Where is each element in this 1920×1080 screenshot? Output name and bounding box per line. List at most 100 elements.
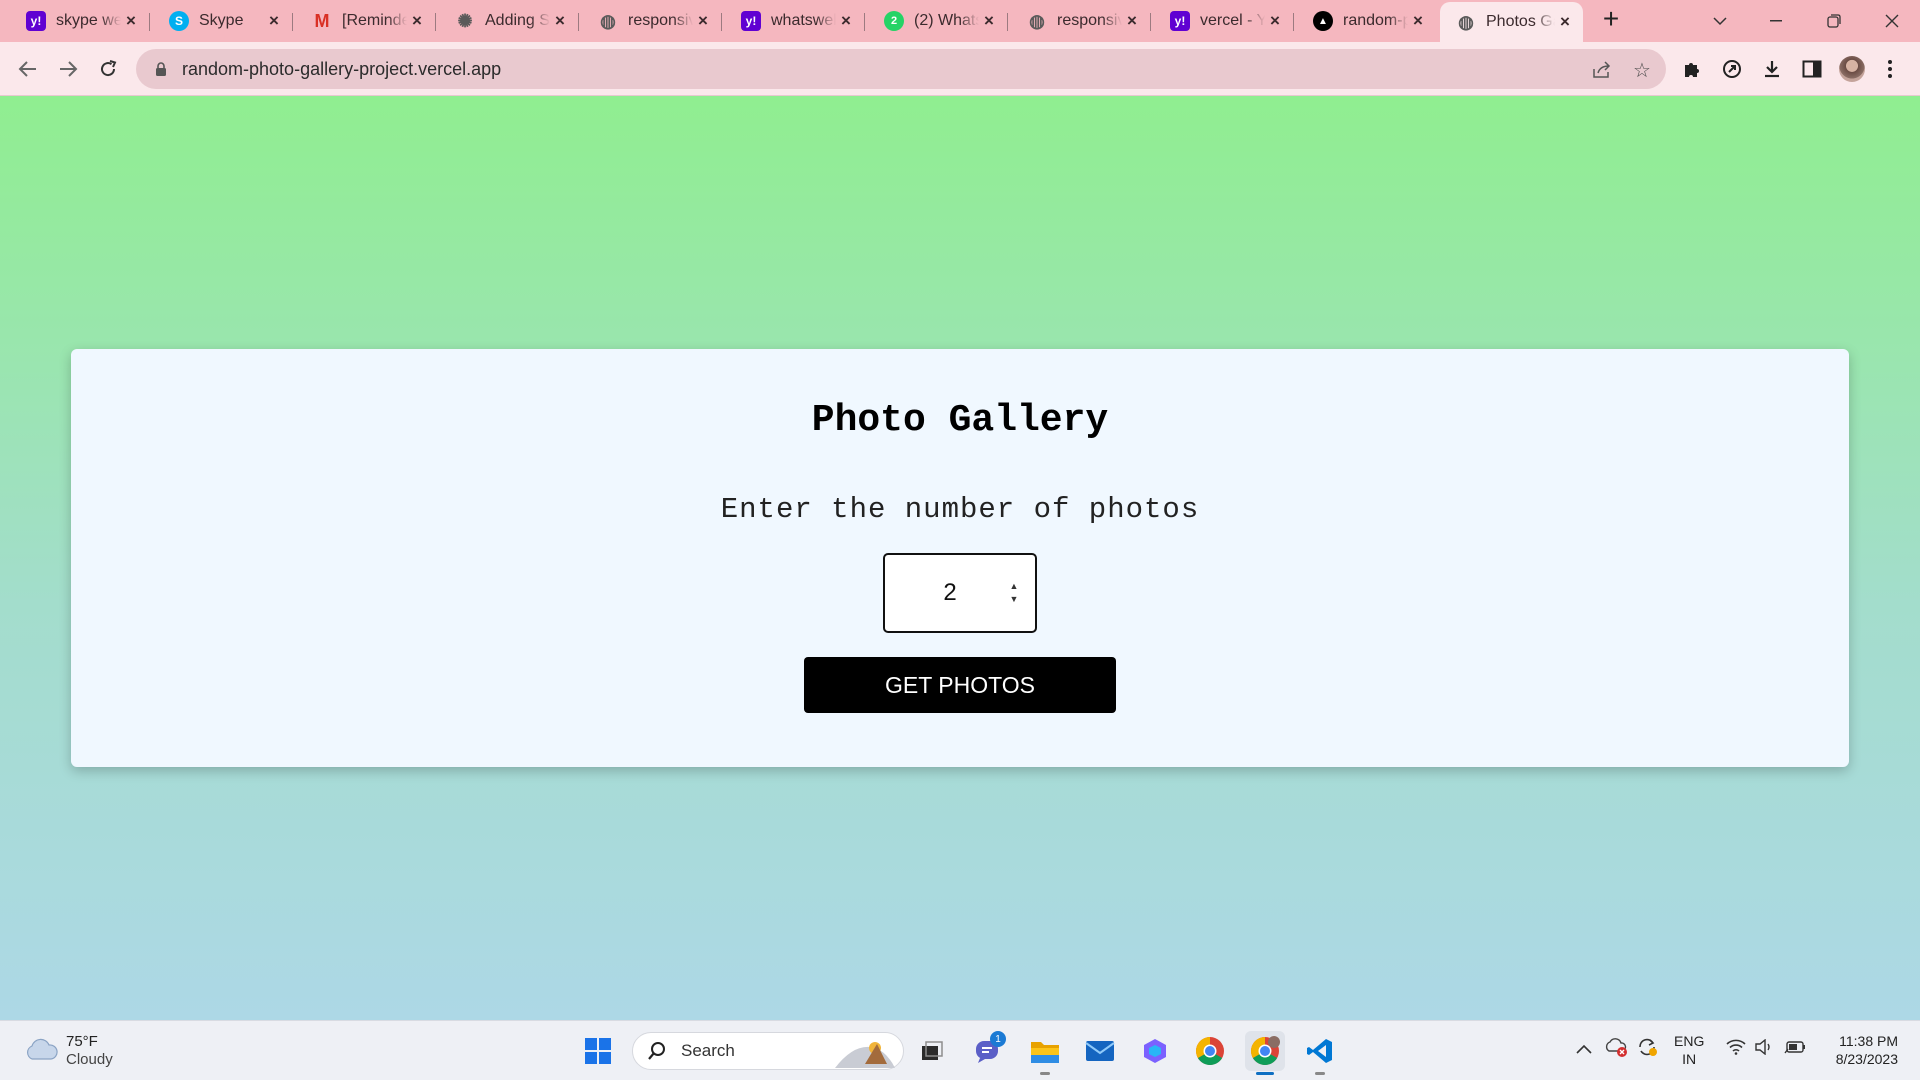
tab-title: skype web	[56, 12, 121, 29]
tab-title: responsive	[1057, 12, 1122, 29]
windows-taskbar: 75°F Cloudy Search 1 ENG IN 11:38 PM 8/2…	[0, 1020, 1920, 1080]
wifi-icon[interactable]	[1726, 1039, 1746, 1060]
weather-temp: 75°F	[66, 1033, 98, 1050]
lang-top: ENG	[1674, 1033, 1705, 1049]
more-menu-icon[interactable]	[1876, 55, 1904, 83]
spin-up-icon[interactable]: ▲	[1010, 582, 1019, 591]
cloud-icon	[24, 1037, 58, 1066]
tab-skype-web[interactable]: y! skype web ×	[10, 5, 150, 37]
photo-count-value[interactable]: 2	[885, 555, 1015, 631]
clock-time: 11:38 PM	[1839, 1033, 1898, 1049]
tab-whatsapp[interactable]: 2 (2) Whats ×	[868, 5, 1008, 37]
tab-search-chevron-icon[interactable]	[1692, 0, 1748, 42]
download-icon[interactable]	[1758, 55, 1786, 83]
spin-down-icon[interactable]: ▼	[1010, 595, 1019, 604]
tab-title: (2) Whats	[914, 12, 979, 29]
onedrive-error-icon[interactable]	[1604, 1037, 1628, 1062]
number-spinner[interactable]: ▲ ▼	[1007, 582, 1021, 604]
side-panel-icon[interactable]	[1798, 55, 1826, 83]
teams-badge: 1	[990, 1031, 1006, 1047]
file-explorer-icon[interactable]	[1025, 1031, 1065, 1075]
close-icon[interactable]: ×	[121, 11, 141, 31]
chatgpt-icon: ✺	[457, 10, 473, 31]
close-icon[interactable]: ×	[407, 11, 427, 31]
clock-date: 8/23/2023	[1835, 1051, 1898, 1067]
lang-bottom: IN	[1682, 1051, 1697, 1067]
minimize-icon[interactable]	[1748, 0, 1804, 42]
close-icon[interactable]: ×	[1122, 11, 1142, 31]
windows-start-icon[interactable]	[578, 1031, 618, 1071]
weather-widget[interactable]: 75°F Cloudy	[24, 1033, 113, 1069]
tab-photos-gallery[interactable]: ◍ Photos Ga ×	[1440, 2, 1583, 42]
copilot-icon[interactable]	[1135, 1031, 1175, 1071]
profile-avatar-icon[interactable]	[1838, 55, 1866, 83]
vercel-icon: ▲	[1313, 11, 1333, 31]
whatsapp-icon: 2	[884, 11, 904, 31]
gmail-icon: M	[314, 10, 330, 31]
photo-count-prompt: Enter the number of photos	[720, 493, 1200, 526]
globe-icon: ◍	[1029, 10, 1045, 31]
extensions-puzzle-icon[interactable]	[1678, 55, 1706, 83]
globe-icon: ◍	[600, 10, 616, 31]
extension-circle-icon[interactable]	[1718, 55, 1746, 83]
sync-icon[interactable]	[1636, 1037, 1658, 1062]
tab-title: vercel - Ya	[1200, 12, 1265, 29]
page-viewport: Photo Gallery Enter the number of photos…	[0, 96, 1920, 1020]
system-clock[interactable]: 11:38 PM 8/23/2023	[1822, 1032, 1898, 1068]
photo-count-input[interactable]: 2 ▲ ▼	[883, 553, 1037, 633]
vscode-icon[interactable]	[1300, 1031, 1340, 1075]
tab-title: whatsweb	[771, 12, 836, 29]
task-view-icon[interactable]	[912, 1031, 952, 1071]
search-label: Search	[681, 1041, 735, 1060]
get-photos-button[interactable]: GET PHOTOS	[804, 657, 1116, 713]
close-icon[interactable]: ×	[1408, 11, 1428, 31]
lock-icon[interactable]	[152, 61, 170, 77]
close-icon[interactable]: ×	[693, 11, 713, 31]
tab-title: [Reminder	[342, 12, 407, 29]
mail-icon[interactable]	[1080, 1031, 1120, 1071]
chrome-icon[interactable]	[1190, 1031, 1230, 1071]
language-indicator[interactable]: ENG IN	[1674, 1032, 1704, 1068]
tab-responsive-2[interactable]: ◍ responsive ×	[1011, 5, 1151, 37]
tab-responsive-1[interactable]: ◍ responsive ×	[582, 5, 722, 37]
tab-whatsweb[interactable]: y! whatsweb ×	[725, 5, 865, 37]
taskbar-search-box[interactable]: Search	[632, 1032, 904, 1070]
skype-icon: S	[169, 11, 189, 31]
close-icon[interactable]: ×	[1555, 12, 1575, 32]
tab-random-p[interactable]: ▲ random-p ×	[1297, 5, 1436, 37]
yahoo-icon: y!	[1170, 11, 1190, 31]
close-icon[interactable]: ×	[1265, 11, 1285, 31]
url-text[interactable]: random-photo-gallery-project.vercel.app	[182, 59, 501, 80]
tab-vercel-yahoo[interactable]: y! vercel - Ya ×	[1154, 5, 1294, 37]
tab-title: Photos Ga	[1486, 13, 1555, 30]
tray-chevron-up-icon[interactable]	[1576, 1039, 1592, 1059]
battery-icon[interactable]	[1784, 1039, 1806, 1060]
yahoo-icon: y!	[26, 11, 46, 31]
volume-icon[interactable]	[1754, 1038, 1774, 1060]
reload-icon[interactable]	[94, 55, 122, 83]
close-icon[interactable]: ×	[836, 11, 856, 31]
tab-title: random-p	[1343, 12, 1408, 29]
restore-icon[interactable]	[1806, 0, 1862, 42]
chrome-profile-icon[interactable]	[1245, 1031, 1285, 1075]
running-indicator	[1040, 1072, 1050, 1075]
address-bar[interactable]: random-photo-gallery-project.vercel.app …	[136, 49, 1666, 89]
bookmark-star-icon[interactable]: ☆	[1630, 58, 1654, 82]
search-icon	[647, 1041, 667, 1061]
close-icon[interactable]: ×	[264, 11, 284, 31]
forward-arrow-icon[interactable]	[54, 55, 82, 83]
running-indicator	[1315, 1072, 1325, 1075]
close-icon[interactable]: ×	[550, 11, 570, 31]
active-indicator	[1256, 1072, 1274, 1075]
back-arrow-icon[interactable]	[14, 55, 42, 83]
window-close-icon[interactable]	[1864, 0, 1920, 42]
new-tab-button[interactable]: +	[1597, 5, 1625, 34]
tab-reminder[interactable]: M [Reminder ×	[296, 5, 436, 37]
browser-toolbar: random-photo-gallery-project.vercel.app …	[0, 42, 1920, 96]
tab-skype[interactable]: S Skype ×	[153, 5, 293, 37]
share-icon[interactable]	[1590, 58, 1614, 82]
tab-adding[interactable]: ✺ Adding Su ×	[439, 5, 579, 37]
search-highlight-icon	[835, 1034, 895, 1068]
teams-chat-icon[interactable]: 1	[968, 1031, 1008, 1071]
close-icon[interactable]: ×	[979, 11, 999, 31]
